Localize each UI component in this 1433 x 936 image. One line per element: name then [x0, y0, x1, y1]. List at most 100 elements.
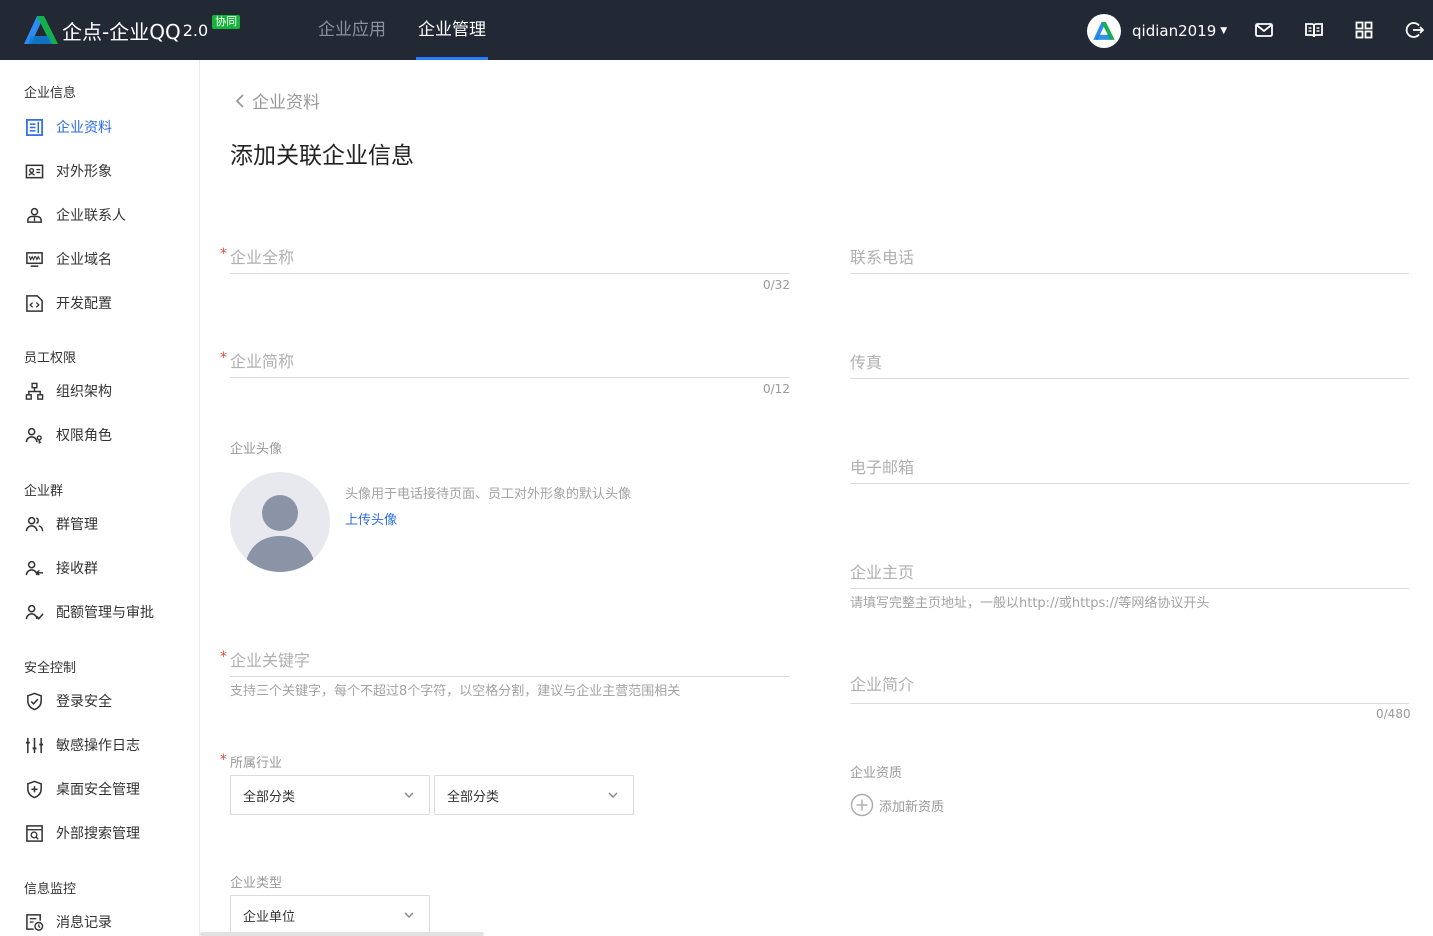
phone-underline: [850, 273, 1409, 274]
fax-field[interactable]: 传真: [850, 349, 1409, 379]
homepage-field[interactable]: 企业主页: [850, 559, 1409, 589]
fax-placeholder: 传真: [850, 353, 883, 372]
tab-enterprise-apps[interactable]: 企业应用: [318, 0, 386, 60]
sidebar-item-external-image[interactable]: 对外形象: [24, 160, 112, 182]
search-box-icon: [24, 823, 44, 843]
sidebar-item-enterprise-profile[interactable]: 企业资料: [24, 116, 112, 138]
intro-field[interactable]: 企业简介: [850, 671, 1409, 704]
quota-icon: [24, 602, 44, 622]
mail-icon[interactable]: [1254, 20, 1274, 40]
short-name-field[interactable]: * 企业简称: [220, 348, 790, 378]
org-chart-icon: [24, 381, 44, 401]
sidebar-item-label: 外部搜索管理: [56, 826, 140, 842]
phone-field[interactable]: 联系电话: [850, 244, 1409, 274]
sidebar-item-external-search[interactable]: 外部搜索管理: [24, 822, 140, 844]
short-name-placeholder: 企业简称: [230, 352, 295, 371]
chevron-down-icon: [404, 912, 414, 918]
main-content: 企业资料 添加关联企业信息 * 企业全称 0/32 * 企业简称 0/12 企业…: [200, 60, 1433, 936]
user-name: qidian2019: [1132, 22, 1217, 40]
avatar-hint: 头像用于电话接待页面、员工对外形象的默认头像: [345, 487, 632, 502]
short-name-underline: [230, 377, 790, 378]
horizontal-scrollbar[interactable]: [200, 932, 484, 936]
user-avatar-icon: [1093, 22, 1115, 40]
grid-icon[interactable]: [1354, 20, 1374, 40]
industry-select-primary-value: 全部分类: [243, 789, 296, 805]
sidebar-item-org-structure[interactable]: 组织架构: [24, 380, 112, 402]
sidebar-item-label: 敏感操作日志: [56, 738, 140, 754]
company-type-select[interactable]: 企业单位: [230, 895, 430, 935]
shield-plus-icon: [24, 779, 44, 799]
keywords-placeholder: 企业关键字: [230, 651, 311, 670]
industry-select-secondary-value: 全部分类: [447, 789, 500, 805]
fax-underline: [850, 378, 1409, 379]
avatar-label: 企业头像: [230, 442, 283, 457]
logo[interactable]: 企点-企业QQ 2.0 协同: [22, 15, 241, 45]
add-qualification-label: 添加新资质: [879, 799, 945, 815]
qidian-logo-icon: [24, 16, 58, 44]
phone-placeholder: 联系电话: [850, 248, 915, 267]
company-type-value: 企业单位: [243, 909, 296, 925]
sidebar-item-quota-approval[interactable]: 配额管理与审批: [24, 601, 154, 623]
sidebar-item-login-security[interactable]: 登录安全: [24, 690, 112, 712]
required-mark: *: [220, 246, 227, 262]
sidebar-item-receive-group[interactable]: 接收群: [24, 557, 98, 579]
sidebar: 企业信息 企业资料 对外形象 企业联系人 企业域名 开发配置 员工权限 组织架构…: [0, 60, 200, 936]
full-name-field[interactable]: * 企业全称: [220, 244, 790, 274]
sidebar-item-dev-config[interactable]: 开发配置: [24, 292, 112, 314]
plus-circle-icon: [850, 793, 874, 817]
sidebar-item-enterprise-contact[interactable]: 企业联系人: [24, 204, 126, 226]
industry-select-primary[interactable]: 全部分类: [230, 775, 430, 815]
page-title: 添加关联企业信息: [230, 143, 414, 169]
sidebar-item-label: 开发配置: [56, 296, 112, 312]
sidebar-item-message-records[interactable]: 消息记录: [24, 911, 112, 933]
homepage-hint: 请填写完整主页地址，一般以http://或https://等网络协议开头: [850, 596, 1210, 611]
sidebar-item-group-management[interactable]: 群管理: [24, 513, 98, 535]
domain-icon: [24, 249, 44, 269]
chevron-down-icon: ▼: [1220, 26, 1228, 36]
company-type-label: 企业类型: [230, 876, 283, 891]
logout-icon[interactable]: [1404, 20, 1425, 40]
sidebar-item-label: 登录安全: [56, 694, 112, 710]
full-name-underline: [230, 273, 790, 274]
shield-check-icon: [24, 691, 44, 711]
email-field[interactable]: 电子邮箱: [850, 454, 1409, 484]
role-icon: [24, 425, 44, 445]
tab-enterprise-management[interactable]: 企业管理: [416, 0, 488, 60]
add-qualification-button[interactable]: 添加新资质: [850, 793, 944, 817]
sidebar-item-label: 对外形象: [56, 164, 112, 180]
back-link[interactable]: 企业资料: [234, 88, 320, 113]
industry-select-secondary[interactable]: 全部分类: [434, 775, 634, 815]
sidebar-item-label: 组织架构: [56, 384, 112, 400]
intro-underline: [850, 703, 1409, 704]
required-mark: *: [220, 752, 227, 768]
contact-icon: [24, 205, 44, 225]
short-name-counter: 0/12: [763, 382, 790, 396]
sidebar-item-sensitive-log[interactable]: 敏感操作日志: [24, 734, 140, 756]
keywords-underline: [230, 676, 790, 677]
homepage-placeholder: 企业主页: [850, 563, 915, 582]
brand-version: 2.0: [182, 20, 209, 40]
avatar: [1087, 14, 1121, 48]
sidebar-item-desktop-security[interactable]: 桌面安全管理: [24, 778, 140, 800]
back-label: 企业资料: [252, 93, 320, 113]
sidebar-item-label: 企业联系人: [56, 208, 126, 224]
sidebar-item-enterprise-domain[interactable]: 企业域名: [24, 248, 112, 270]
sidebar-item-label: 企业域名: [56, 252, 112, 268]
sidebar-item-label: 消息记录: [56, 915, 112, 931]
chevron-down-icon: [404, 792, 414, 798]
book-icon[interactable]: [1304, 20, 1324, 40]
user-menu[interactable]: qidian2019 ▼: [1087, 14, 1227, 48]
message-log-icon: [24, 912, 44, 932]
upload-avatar-link[interactable]: 上传头像: [345, 509, 397, 528]
sidebar-item-label: 群管理: [56, 517, 98, 533]
sidebar-item-permission-roles[interactable]: 权限角色: [24, 424, 112, 446]
email-placeholder: 电子邮箱: [850, 458, 915, 477]
qualification-label: 企业资质: [850, 766, 903, 781]
sidebar-group-security-control: 安全控制: [24, 661, 77, 676]
keywords-field[interactable]: * 企业关键字: [220, 647, 790, 677]
group-icon: [24, 514, 44, 534]
id-card-icon: [24, 161, 44, 181]
profile-icon: [24, 117, 44, 137]
sidebar-item-label: 桌面安全管理: [56, 782, 140, 798]
intro-counter: 0/480: [1376, 707, 1411, 721]
